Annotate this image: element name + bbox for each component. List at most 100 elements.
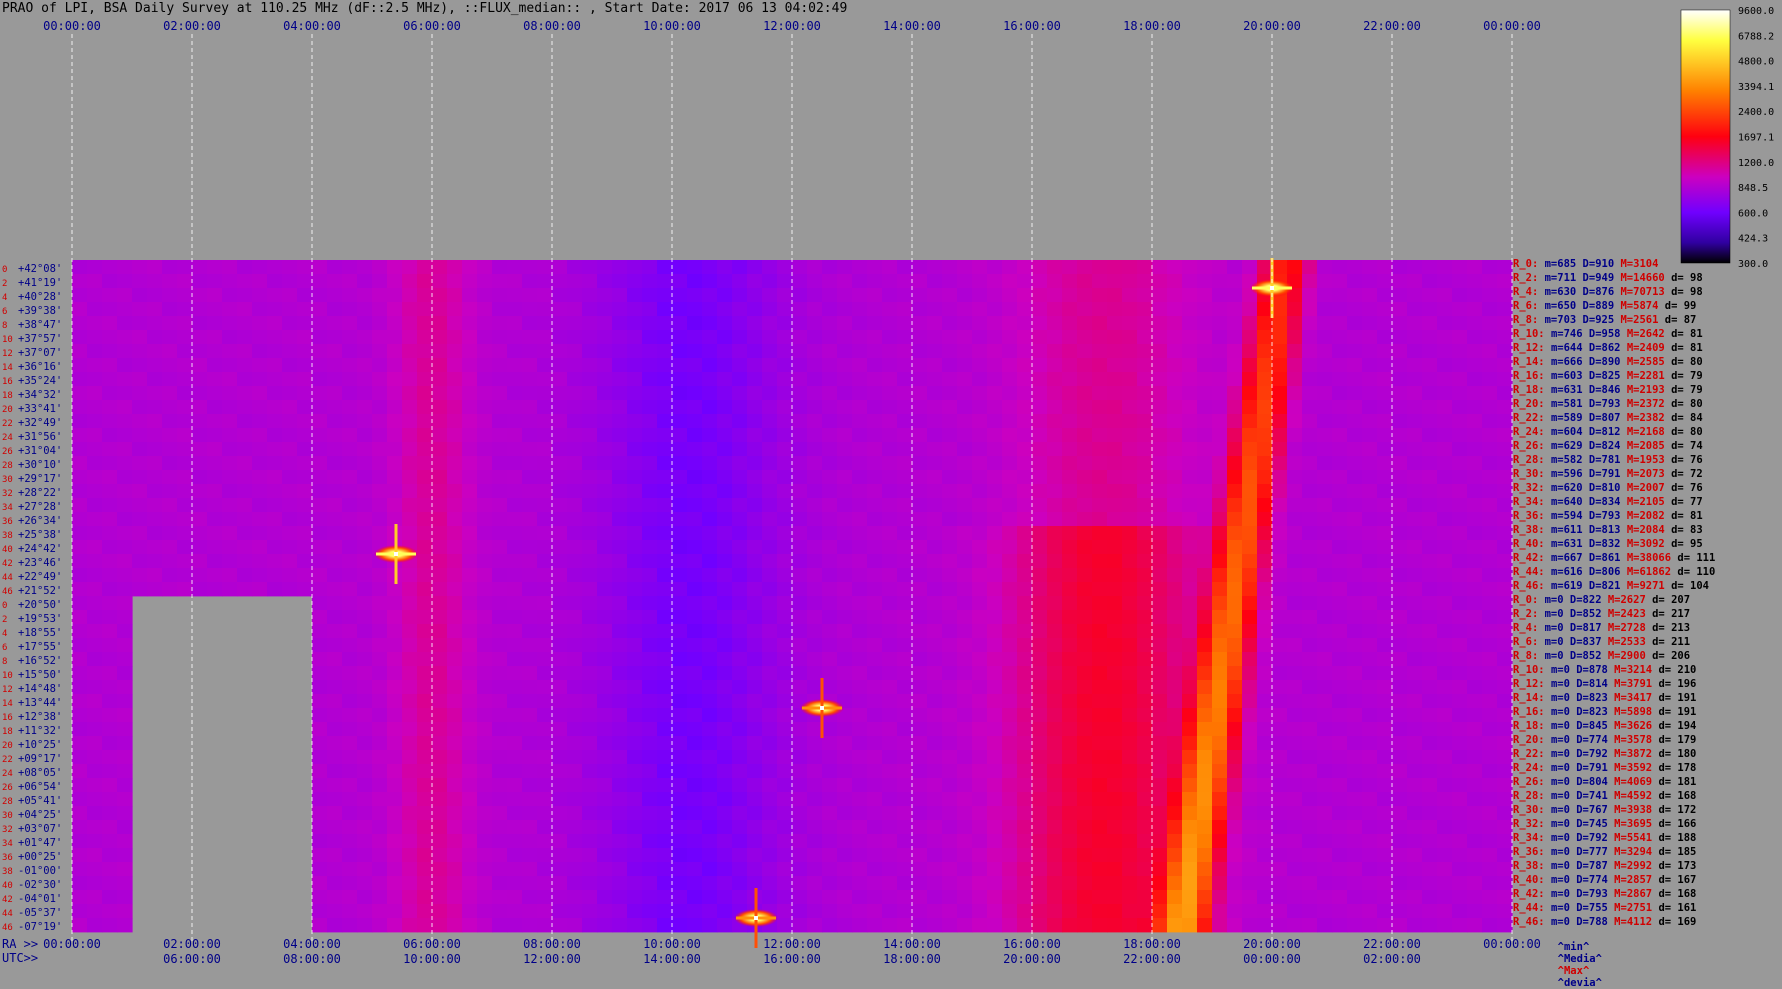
heatmap-cell: [1377, 862, 1393, 877]
heatmap-cell: [837, 526, 853, 541]
heatmap-cell: [1047, 890, 1063, 905]
heatmap-cell: [312, 428, 328, 443]
heatmap-cell: [1167, 624, 1183, 639]
heatmap-cell: [657, 806, 673, 821]
heatmap-cell: [1047, 792, 1063, 807]
heatmap-cell: [1437, 834, 1453, 849]
heatmap-cell: [1467, 456, 1483, 471]
heatmap-cell: [102, 652, 118, 667]
heatmap-cell: [297, 330, 313, 345]
heatmap-cell: [1092, 778, 1108, 793]
heatmap-cell: [1227, 414, 1243, 429]
heatmap-cell: [1377, 526, 1393, 541]
heatmap-cell: [207, 582, 223, 597]
heatmap-cell: [897, 358, 913, 373]
heatmap-cell: [702, 302, 718, 317]
heatmap-cell: [1332, 400, 1348, 415]
heatmap-cell: [522, 442, 538, 457]
heatmap-cell: [1467, 260, 1483, 275]
heatmap-cell: [1347, 848, 1363, 863]
stat-max: M=2627: [1607, 594, 1653, 606]
heatmap-cell: [1137, 638, 1153, 653]
heatmap-cell: [987, 288, 1003, 303]
heatmap-cell: [1347, 358, 1363, 373]
heatmap-cell: [1497, 708, 1513, 723]
heatmap-cell: [342, 750, 358, 765]
heatmap-cell: [1362, 862, 1378, 877]
heatmap-cell: [402, 568, 418, 583]
heatmap-cell: [1182, 456, 1198, 471]
heatmap-cell: [522, 470, 538, 485]
heatmap-cell: [1197, 862, 1213, 877]
heatmap-cell: [1482, 484, 1498, 499]
heatmap-cell: [822, 442, 838, 457]
heatmap-cell: [492, 428, 508, 443]
stat-med: D=837: [1569, 636, 1608, 648]
heatmap-cell: [447, 540, 463, 555]
heatmap-cell: [372, 316, 388, 331]
heatmap-cell: [897, 750, 913, 765]
heatmap-cell: [1152, 498, 1168, 513]
declination-label: +03°07': [18, 823, 62, 835]
heatmap-cell: [837, 498, 853, 513]
heatmap-cell: [1137, 330, 1153, 345]
heatmap-cell: [1092, 386, 1108, 401]
heatmap-cell: [1272, 386, 1288, 401]
heatmap-cell: [852, 792, 868, 807]
heatmap-cell: [762, 442, 778, 457]
heatmap-cell: [1227, 484, 1243, 499]
heatmap-cell: [1137, 778, 1153, 793]
heatmap-cell: [567, 820, 583, 835]
heatmap-cell: [972, 512, 988, 527]
heatmap-cell: [537, 778, 553, 793]
heatmap-cell: [1272, 792, 1288, 807]
heatmap-cell: [447, 904, 463, 919]
stat-max: M=2007: [1626, 482, 1672, 494]
heatmap-cell: [1332, 624, 1348, 639]
heatmap-cell: [1077, 512, 1093, 527]
heatmap-cell: [882, 428, 898, 443]
heatmap-cell: [732, 834, 748, 849]
stat-dev: d= 79: [1671, 384, 1703, 396]
heatmap-cell: [612, 862, 628, 877]
heatmap-cell: [132, 288, 148, 303]
heatmap-cell: [1017, 358, 1033, 373]
heatmap-cell: [1077, 386, 1093, 401]
heatmap-cell: [1002, 428, 1018, 443]
declination-label: +23°46': [18, 557, 62, 569]
stat-med: D=889: [1582, 300, 1621, 312]
heatmap-cell: [342, 904, 358, 919]
heatmap-cell: [552, 582, 568, 597]
heatmap-cell: [312, 414, 328, 429]
heatmap-cell: [402, 302, 418, 317]
heatmap-cell: [582, 274, 598, 289]
heatmap-cell: [492, 750, 508, 765]
heatmap-cell: [1347, 456, 1363, 471]
heatmap-cell: [1107, 820, 1123, 835]
heatmap-cell: [777, 652, 793, 667]
heatmap-cell: [1272, 736, 1288, 751]
heatmap-cell: [1227, 274, 1243, 289]
heatmap-cell: [1422, 344, 1438, 359]
heatmap-cell: [882, 736, 898, 751]
heatmap-cell: [1467, 652, 1483, 667]
heatmap-cell: [987, 764, 1003, 779]
heatmap-cell: [582, 582, 598, 597]
heatmap-cell: [597, 372, 613, 387]
stat-dev: d= 98: [1671, 286, 1703, 298]
heatmap-cell: [462, 330, 478, 345]
heatmap-cell: [87, 918, 103, 933]
heatmap-cell: [1152, 512, 1168, 527]
heatmap-cell: [1092, 512, 1108, 527]
heatmap-cell: [117, 358, 133, 373]
heatmap-cell: [1422, 274, 1438, 289]
stat-min: m=0: [1550, 678, 1577, 690]
heatmap-cell: [792, 302, 808, 317]
heatmap-cell: [1167, 484, 1183, 499]
heatmap-cell: [72, 876, 88, 891]
heatmap-cell: [537, 414, 553, 429]
heatmap-cell: [87, 792, 103, 807]
heatmap-cell: [1497, 876, 1513, 891]
heatmap-cell: [1392, 708, 1408, 723]
stat-label: R_38:: [1513, 860, 1551, 872]
